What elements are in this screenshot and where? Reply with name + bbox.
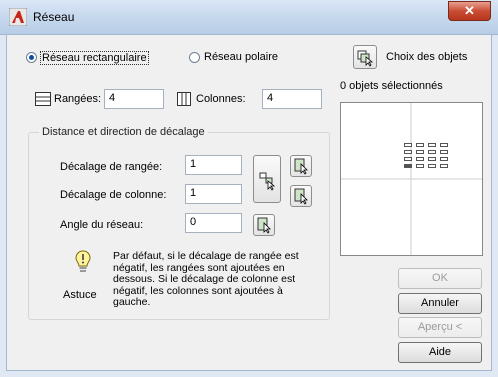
preview-cell — [404, 157, 412, 161]
preview-cell — [428, 150, 436, 154]
preview-cell — [440, 164, 448, 168]
preview-cell — [428, 143, 436, 147]
preview-cell — [440, 143, 448, 147]
pick-both-offsets-button[interactable] — [253, 155, 281, 203]
tip-label: Astuce — [63, 289, 97, 301]
pick-point-icon — [294, 158, 308, 175]
preview-cell — [404, 150, 412, 154]
pick-point-icon — [257, 217, 271, 234]
angle-label: Angle du réseau: — [60, 219, 144, 231]
row-offset-input[interactable]: 1 — [185, 155, 242, 175]
cancel-button[interactable]: Annuler — [398, 293, 482, 314]
preview-cell — [440, 150, 448, 154]
columns-label: Colonnes: — [196, 93, 246, 105]
autocad-logo-icon — [9, 8, 27, 26]
tip-text: Par défaut, si le décalage de rangée est… — [113, 250, 299, 308]
preview-cell — [428, 164, 436, 168]
preview-cell — [440, 157, 448, 161]
close-icon: ✕ — [464, 3, 475, 18]
row-offset-label: Décalage de rangée: — [60, 161, 163, 173]
select-objects-label[interactable]: Choix des objets — [386, 51, 467, 63]
lightbulb-icon — [75, 250, 91, 272]
title-bar — [0, 0, 498, 35]
radio-polar-label[interactable]: Réseau polaire — [204, 51, 278, 63]
pick-column-offset-button[interactable] — [290, 185, 312, 207]
preview-cell — [404, 143, 412, 147]
radio-rectangular-label[interactable]: Réseau rectangulaire — [40, 51, 149, 65]
ok-button[interactable]: OK — [398, 268, 482, 289]
radio-rectangular[interactable] — [26, 52, 37, 63]
pick-point-icon — [294, 188, 308, 205]
rows-icon — [35, 92, 51, 106]
help-button[interactable]: Aide — [398, 342, 482, 363]
pick-row-offset-button[interactable] — [290, 155, 312, 177]
selected-count: 0 objets sélectionnés — [340, 80, 443, 92]
preview-cell — [428, 157, 436, 161]
preview-cell — [416, 157, 424, 161]
columns-icon — [177, 92, 191, 106]
preview-cell — [416, 150, 424, 154]
columns-input[interactable]: 4 — [262, 89, 322, 109]
radio-polar[interactable] — [189, 52, 200, 63]
angle-input[interactable]: 0 — [185, 213, 242, 233]
preview-grid — [404, 143, 456, 181]
select-objects-button[interactable] — [353, 45, 377, 69]
offset-group-title: Distance et direction de décalage — [39, 126, 208, 138]
preview-cell — [416, 164, 424, 168]
rows-label: Rangées: — [54, 93, 102, 105]
pick-both-offsets-icon — [259, 172, 276, 191]
pick-angle-button[interactable] — [253, 214, 275, 236]
column-offset-input[interactable]: 1 — [185, 184, 242, 204]
select-objects-icon — [357, 50, 374, 67]
close-button[interactable]: ✕ — [448, 1, 491, 21]
preview-cell — [404, 164, 412, 168]
preview-cell — [416, 143, 424, 147]
preview-button[interactable]: Aperçu < — [398, 317, 482, 338]
rows-input[interactable]: 4 — [104, 89, 164, 109]
column-offset-label: Décalage de colonne: — [60, 189, 167, 201]
window-title: Réseau — [33, 10, 75, 24]
